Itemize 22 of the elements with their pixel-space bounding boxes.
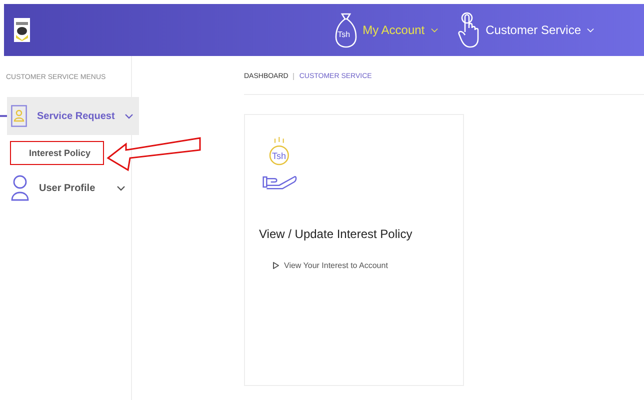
card-title: View / Update Interest Policy bbox=[259, 227, 414, 241]
pointing-hand-icon bbox=[458, 12, 480, 48]
selection-marker bbox=[0, 115, 7, 117]
submenu-item[interactable]: Interest Policy bbox=[10, 141, 104, 165]
menu-item[interactable]: User Profile bbox=[7, 169, 131, 207]
chevron-down-icon bbox=[430, 28, 438, 32]
breadcrumb-separator bbox=[293, 72, 294, 80]
logo-icon bbox=[14, 18, 30, 42]
menu-item[interactable]: Service Request bbox=[7, 97, 139, 135]
nav-link[interactable]: Customer Service bbox=[458, 12, 594, 48]
chevron-down-icon bbox=[587, 28, 594, 32]
chevron-down-icon bbox=[117, 186, 125, 190]
chevron-down-icon bbox=[124, 114, 133, 118]
card-link[interactable]: View Your Interest to Account bbox=[273, 261, 463, 270]
service-card[interactable]: Tsh View / Update Interest Policy View Your Interest to Account bbox=[244, 114, 464, 386]
user-icon bbox=[11, 175, 29, 201]
id-badge-icon bbox=[11, 105, 27, 127]
money-bag-icon bbox=[334, 12, 357, 48]
currency-label: Tsh bbox=[338, 30, 350, 39]
nav-link[interactable]: Tsh My Account bbox=[334, 12, 438, 48]
play-icon bbox=[273, 262, 279, 269]
currency-label: Tsh bbox=[272, 151, 286, 161]
